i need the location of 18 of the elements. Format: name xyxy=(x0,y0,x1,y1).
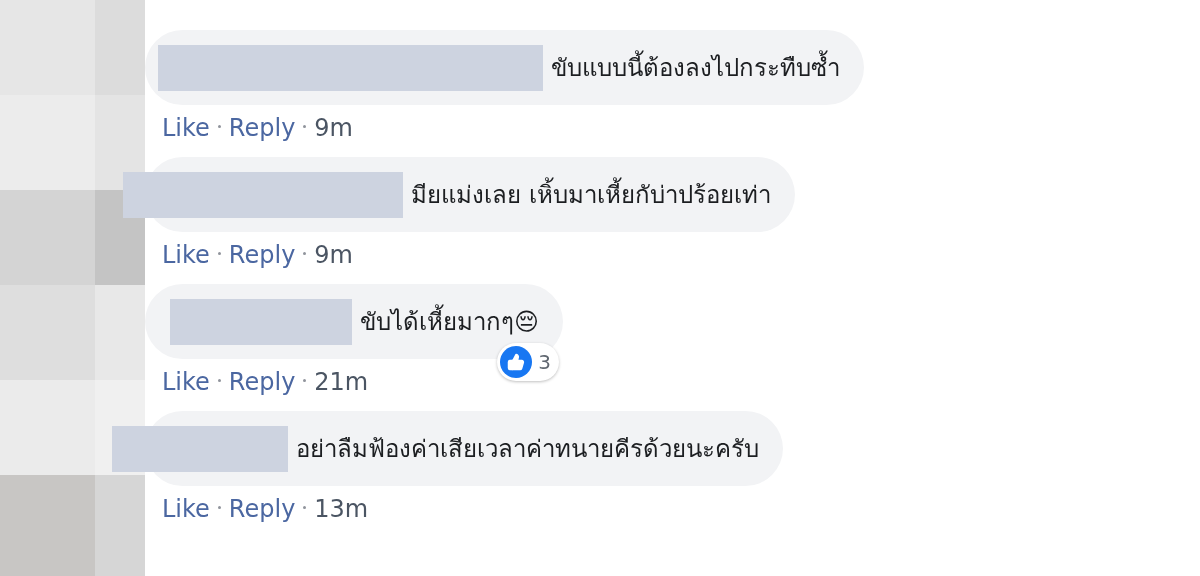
comment-text: อย่าลืมฟ้องค่าเสียเวลาค่าทนายคีรด้วยนะครับ xyxy=(296,433,759,465)
action-link[interactable]: Like xyxy=(162,494,210,524)
reaction-count: 3 xyxy=(538,349,552,376)
timestamp: 13m xyxy=(314,494,369,524)
action-link[interactable]: Like xyxy=(162,240,210,270)
comment-text: ขับได้เหี้ยมากๆ😔 xyxy=(360,303,540,340)
timestamp: 21m xyxy=(314,367,369,397)
action-link[interactable]: Reply xyxy=(228,240,296,270)
action-link[interactable]: Reply xyxy=(228,494,296,524)
action-link[interactable]: Like xyxy=(162,367,210,397)
action-link[interactable]: Like xyxy=(162,113,210,143)
comment-text: ขับแบบนี้ต้องลงไปกระทืบซ้ำ xyxy=(551,49,840,86)
timestamp: 9m xyxy=(314,240,353,270)
action-link[interactable]: Reply xyxy=(228,113,296,143)
like-icon xyxy=(500,346,533,378)
action-link[interactable]: Reply xyxy=(228,367,296,397)
comment-text: มียแม่งเลย เหิ้บมาเหี้ยกับ่าปร้อยเท่า xyxy=(411,176,771,213)
timestamp: 9m xyxy=(314,113,353,143)
